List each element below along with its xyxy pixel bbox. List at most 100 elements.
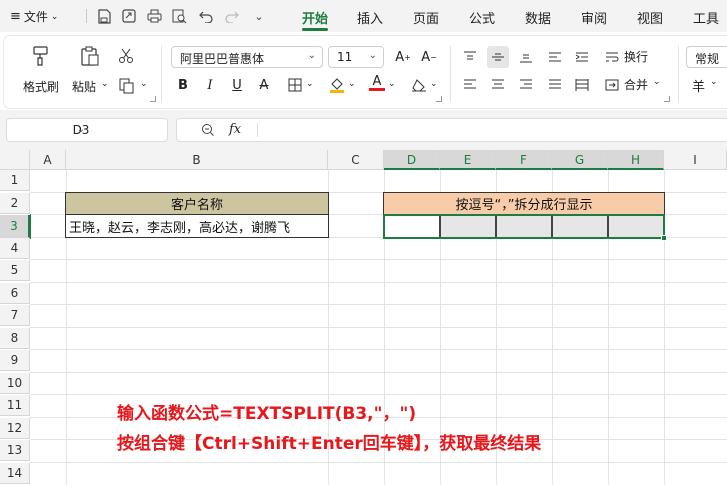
cell-b3[interactable]: 王晓，赵云，李志刚，高必达，谢腾飞 bbox=[65, 214, 329, 238]
orientation-icon[interactable] bbox=[544, 46, 566, 68]
fill-color-icon[interactable] bbox=[326, 74, 348, 96]
clear-format-icon[interactable] bbox=[408, 74, 430, 96]
wrap-text-icon[interactable] bbox=[601, 46, 623, 68]
tab-tools[interactable]: 工具 bbox=[693, 8, 719, 27]
row-header-4[interactable]: 4 bbox=[0, 238, 30, 259]
row-header-1[interactable]: 1 bbox=[0, 170, 30, 191]
gridline bbox=[30, 327, 727, 328]
indent-icon[interactable] bbox=[571, 46, 593, 68]
column-header-d[interactable]: D bbox=[384, 150, 440, 170]
function-icon[interactable]: fx bbox=[229, 122, 241, 137]
row-header-5[interactable]: 5 bbox=[0, 260, 30, 281]
distributed-icon[interactable] bbox=[571, 74, 593, 96]
currency-format-button[interactable]: 羊 bbox=[692, 76, 705, 95]
decrease-font-size-icon[interactable]: A − bbox=[418, 46, 440, 68]
chevron-down-icon[interactable]: ⌄ bbox=[388, 79, 396, 89]
font-size-select[interactable]: 11 ⌄ bbox=[328, 46, 384, 68]
name-box[interactable]: D3 ⌄ bbox=[6, 118, 168, 142]
chevron-down-icon[interactable]: ⌄ bbox=[430, 79, 438, 89]
chevron-down-icon[interactable]: ⌄ bbox=[101, 79, 109, 89]
paste-button[interactable]: 粘贴 bbox=[72, 78, 96, 95]
chevron-down-icon[interactable]: ⌄ bbox=[653, 77, 661, 87]
copy-icon[interactable] bbox=[117, 76, 137, 96]
formula-input[interactable]: fx bbox=[176, 118, 727, 142]
column-header-i[interactable]: I bbox=[664, 150, 727, 170]
number-format-value: 常规 bbox=[695, 52, 720, 66]
align-top-icon[interactable] bbox=[459, 46, 481, 68]
column-header-a[interactable]: A bbox=[30, 150, 66, 170]
tab-data[interactable]: 数据 bbox=[525, 8, 551, 27]
row-header-10[interactable]: 10 bbox=[0, 373, 30, 394]
row-selection-marker bbox=[30, 214, 31, 239]
gridline bbox=[30, 372, 727, 373]
align-right-icon[interactable] bbox=[515, 74, 537, 96]
chevron-down-icon[interactable]: ⌄ bbox=[140, 79, 148, 89]
italic-icon[interactable]: I bbox=[199, 74, 221, 96]
tab-review[interactable]: 审阅 bbox=[581, 8, 607, 27]
clipboard-expand-icon[interactable] bbox=[150, 96, 156, 102]
column-header-c[interactable]: C bbox=[328, 150, 384, 170]
undo-icon[interactable] bbox=[196, 6, 216, 26]
file-menu[interactable]: ≡ 文件 ⌄ bbox=[10, 8, 58, 25]
format-painter-button[interactable]: 格式刷 bbox=[23, 78, 59, 95]
tab-page[interactable]: 页面 bbox=[413, 8, 439, 27]
merge-icon[interactable] bbox=[601, 74, 623, 96]
column-header-g[interactable]: G bbox=[552, 150, 608, 170]
format-painter-icon[interactable] bbox=[28, 44, 54, 68]
justify-icon[interactable] bbox=[544, 74, 566, 96]
row-header-2[interactable]: 2 bbox=[0, 193, 30, 214]
more-chevron-icon[interactable]: ⌄ bbox=[249, 6, 269, 26]
row-header-7[interactable]: 7 bbox=[0, 305, 30, 326]
bold-icon[interactable]: B bbox=[172, 74, 194, 96]
cell-b2[interactable]: 客户名称 bbox=[65, 192, 329, 215]
increase-font-size-icon[interactable]: A + bbox=[392, 46, 414, 68]
paste-icon[interactable] bbox=[77, 44, 103, 68]
font-name-select[interactable]: 阿里巴巴普惠体 ⌄ bbox=[171, 46, 323, 68]
fill-handle[interactable] bbox=[661, 235, 667, 241]
tab-view[interactable]: 视图 bbox=[637, 8, 663, 27]
column-header-e[interactable]: E bbox=[440, 150, 496, 170]
select-all-corner[interactable] bbox=[0, 150, 30, 170]
font-color-icon[interactable]: A bbox=[366, 72, 388, 94]
zoom-icon[interactable] bbox=[201, 123, 215, 140]
chevron-down-icon[interactable]: ⌄ bbox=[348, 79, 356, 89]
row-header-13[interactable]: 13 bbox=[0, 440, 30, 461]
row-header-12[interactable]: 12 bbox=[0, 418, 30, 439]
chevron-down-icon: ⌄ bbox=[368, 50, 377, 61]
tab-home[interactable]: 开始 bbox=[302, 8, 328, 27]
align-middle-icon[interactable] bbox=[487, 46, 509, 68]
underline-icon[interactable]: U bbox=[226, 74, 248, 96]
export-icon[interactable] bbox=[119, 6, 139, 26]
alignment-expand-icon[interactable] bbox=[664, 96, 670, 102]
align-left-icon[interactable] bbox=[459, 74, 481, 96]
cell-d2[interactable]: 按逗号“，”拆分成行显示 bbox=[383, 192, 665, 215]
strikethrough-icon[interactable]: A bbox=[253, 74, 275, 96]
chevron-down-icon: ⌄ bbox=[50, 11, 59, 22]
wrap-text-button[interactable]: 换行 bbox=[624, 48, 648, 65]
column-header-f[interactable]: F bbox=[496, 150, 552, 170]
border-icon[interactable] bbox=[284, 74, 306, 96]
column-header-h[interactable]: H bbox=[608, 150, 664, 170]
chevron-down-icon[interactable]: ⌄ bbox=[306, 79, 314, 89]
tab-insert[interactable]: 插入 bbox=[357, 8, 383, 27]
align-bottom-icon[interactable] bbox=[515, 46, 537, 68]
align-center-icon[interactable] bbox=[487, 74, 509, 96]
chevron-down-icon[interactable]: ⌄ bbox=[710, 77, 718, 87]
row-header-14[interactable]: 14 bbox=[0, 463, 30, 484]
cut-icon[interactable] bbox=[116, 46, 136, 66]
number-format-select[interactable]: 常规 bbox=[686, 46, 727, 68]
row-header-9[interactable]: 9 bbox=[0, 350, 30, 371]
divider bbox=[257, 123, 258, 137]
save-icon[interactable] bbox=[94, 6, 114, 26]
print-preview-icon[interactable] bbox=[169, 6, 189, 26]
print-icon[interactable] bbox=[144, 6, 164, 26]
tab-formula[interactable]: 公式 bbox=[469, 8, 495, 27]
merge-button[interactable]: 合并 bbox=[624, 76, 648, 93]
row-header-11[interactable]: 11 bbox=[0, 395, 30, 416]
row-header-8[interactable]: 8 bbox=[0, 328, 30, 349]
font-expand-icon[interactable] bbox=[436, 96, 442, 102]
redo-icon[interactable] bbox=[222, 6, 242, 26]
row-header-3[interactable]: 3 bbox=[0, 215, 30, 238]
column-header-b[interactable]: B bbox=[66, 150, 328, 170]
row-header-6[interactable]: 6 bbox=[0, 283, 30, 304]
